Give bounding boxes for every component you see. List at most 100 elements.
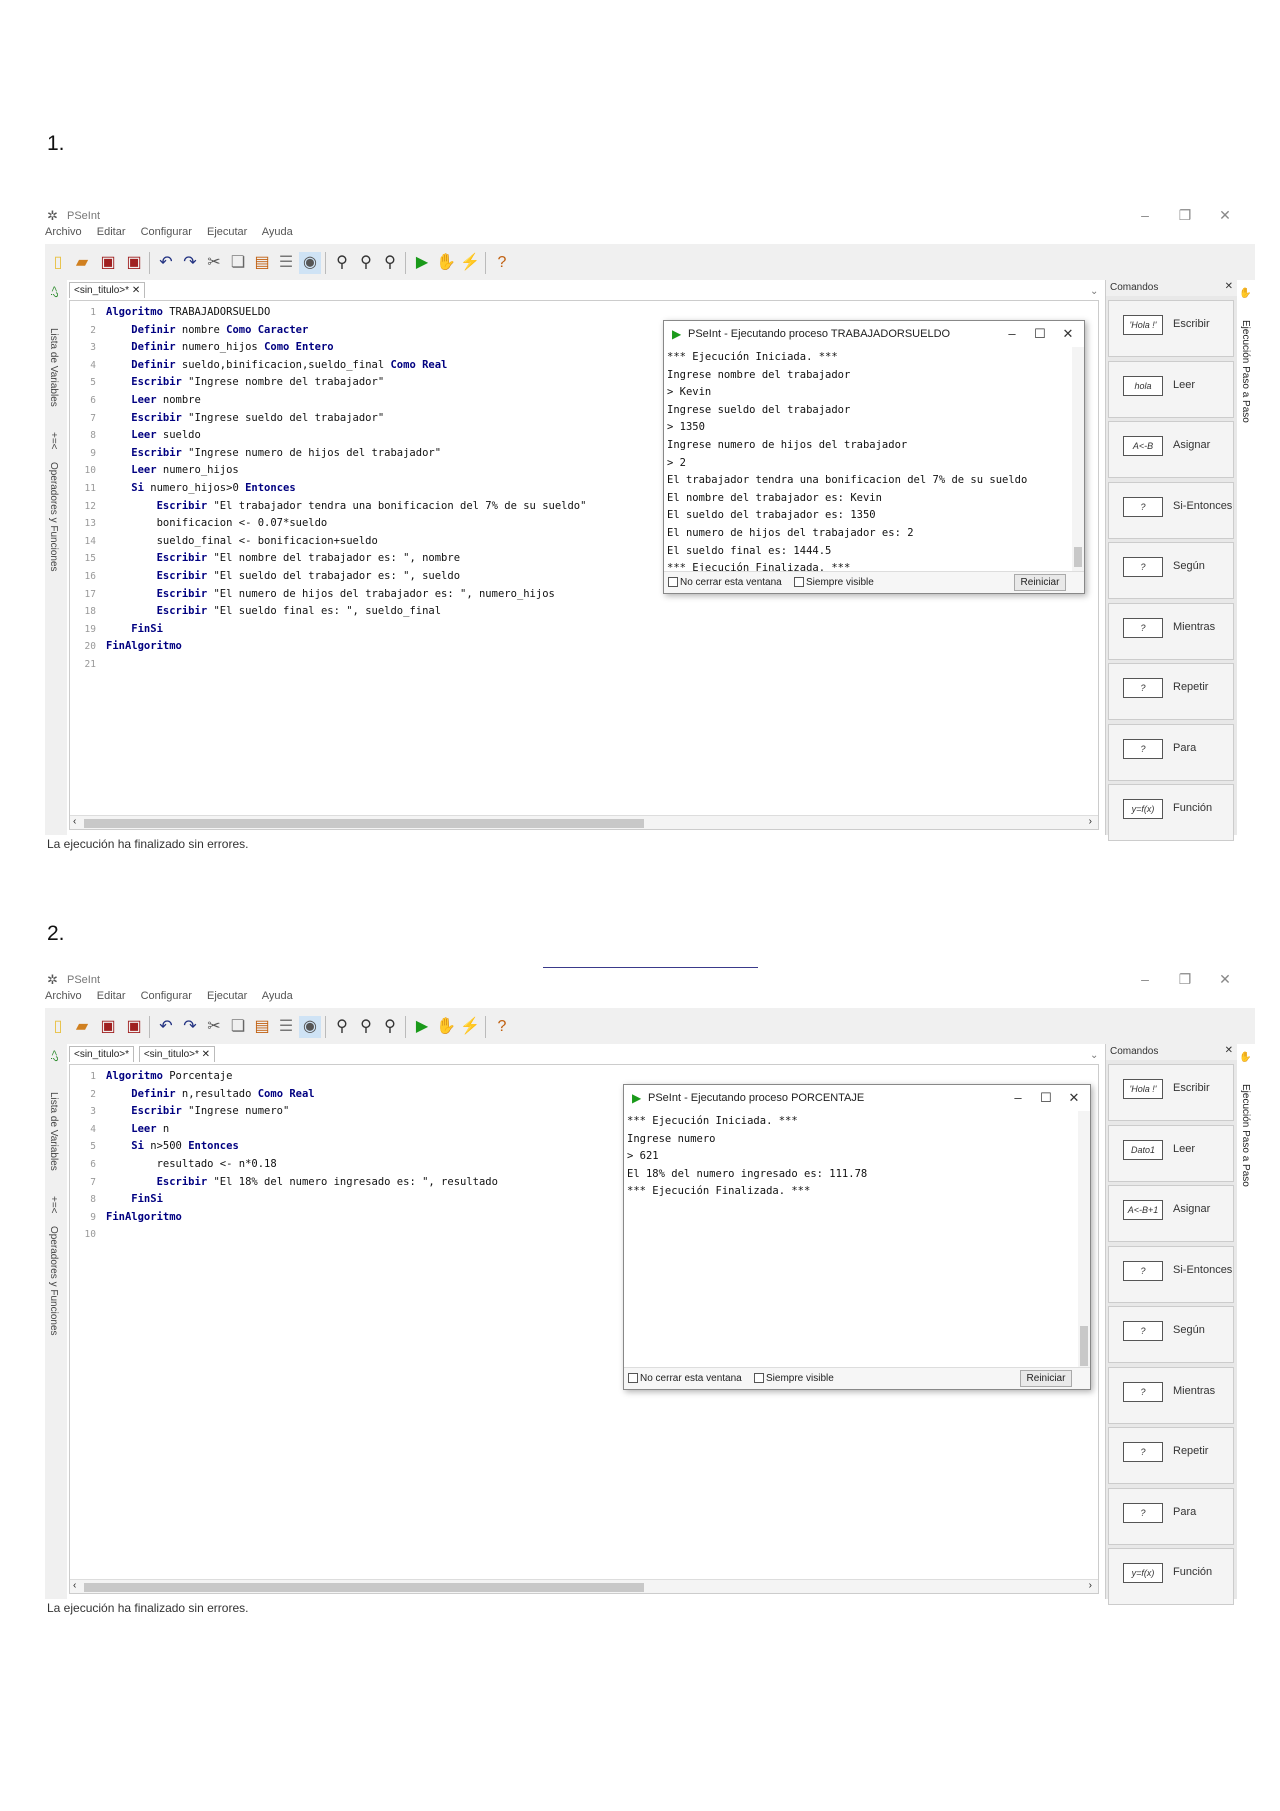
code-line[interactable]: Algoritmo Porcentaje (106, 1070, 232, 1082)
menu-ejecutar[interactable]: Ejecutar (207, 990, 247, 1002)
code-line[interactable]: FinSi (106, 1193, 163, 1205)
code-line[interactable]: Escribir "El 18% del numero ingresado es… (106, 1176, 498, 1188)
variables-panel-tab[interactable]: Lista de Variables (48, 328, 59, 407)
undo-icon[interactable]: ↶ (155, 1016, 177, 1038)
code-line[interactable]: bonificacion <- 0.07*sueldo (106, 517, 328, 529)
command-escribir[interactable]: 'Hola !' Escribir (1108, 300, 1234, 357)
new-file-icon[interactable]: ▯ (47, 252, 69, 274)
cut-icon[interactable]: ✂ (203, 1016, 225, 1038)
code-line[interactable]: Leer sueldo (106, 429, 201, 441)
tab-sin-titulo[interactable]: <sin_titulo>* (69, 1046, 135, 1062)
command-escribir[interactable]: 'Hola !' Escribir (1108, 1064, 1234, 1121)
code-line[interactable]: Definir nombre Como Caracter (106, 324, 308, 336)
paste-icon[interactable]: ▤ (251, 1016, 273, 1038)
save-as-icon[interactable]: ▣ (123, 1016, 145, 1038)
operators-panel-tab[interactable]: Operadores y Funciones (48, 462, 59, 572)
tab-close-icon[interactable]: ✕ (132, 285, 140, 296)
always-visible-checkbox[interactable]: Siempre visible (754, 1373, 834, 1384)
code-line[interactable]: Definir numero_hijos Como Entero (106, 341, 333, 353)
step-icon[interactable]: ✋ (435, 1016, 457, 1038)
code-line[interactable]: Algoritmo TRABAJADORSUELDO (106, 306, 270, 318)
command-seg-n[interactable]: ? Según (1108, 1306, 1234, 1363)
code-line[interactable]: Escribir "Ingrese numero de hijos del tr… (106, 447, 441, 459)
command-funci-n[interactable]: y=f(x) Función (1108, 1548, 1234, 1605)
new-file-icon[interactable]: ▯ (47, 1016, 69, 1038)
run-icon[interactable]: ▶ (411, 1016, 433, 1038)
find-next-icon[interactable]: ⚲ (355, 1016, 377, 1038)
code-line[interactable]: Leer nombre (106, 394, 201, 406)
flowchart-icon[interactable]: ⚡ (459, 1016, 481, 1038)
maximize-icon[interactable]: ☐ (1030, 326, 1050, 342)
code-line[interactable]: Escribir "El sueldo del trabajador es: "… (106, 570, 460, 582)
code-line[interactable]: resultado <- n*0.18 (106, 1158, 277, 1170)
maximize-icon[interactable]: ☐ (1036, 1090, 1056, 1106)
open-icon[interactable]: ▰ (71, 252, 93, 274)
scrollbar-thumb[interactable] (1074, 547, 1082, 567)
command-para[interactable]: ? Para (1108, 723, 1234, 781)
console-vertical-scrollbar[interactable] (1078, 1111, 1090, 1369)
menu-ayuda[interactable]: Ayuda (262, 990, 293, 1002)
command-mientras[interactable]: ? Mientras (1108, 1366, 1234, 1424)
command-funci-n[interactable]: y=f(x) Función (1108, 784, 1234, 841)
scroll-right-icon[interactable]: › (1089, 1580, 1092, 1591)
binoculars-icon[interactable]: ⚲ (331, 252, 353, 274)
code-line[interactable]: Si numero_hijos>0 Entonces (106, 482, 295, 494)
save-icon[interactable]: ▣ (97, 252, 119, 274)
menu-archivo[interactable]: Archivo (45, 226, 82, 238)
code-line[interactable]: Definir n,resultado Como Real (106, 1088, 314, 1100)
tab-close-icon[interactable]: ✕ (202, 1049, 210, 1060)
console-vertical-scrollbar[interactable] (1072, 347, 1084, 573)
undo-icon[interactable]: ↶ (155, 252, 177, 274)
find-icon[interactable]: ◉ (299, 1016, 321, 1038)
horizontal-scrollbar[interactable]: ‹ › (70, 1579, 1098, 1593)
code-line[interactable]: Escribir "El nombre del trabajador es: "… (106, 552, 460, 564)
scrollbar-thumb[interactable] (84, 1583, 644, 1592)
dropdown-chevron-icon[interactable]: ⌄ (1090, 1050, 1098, 1061)
restart-button[interactable]: Reiniciar (1014, 574, 1066, 591)
menu-configurar[interactable]: Configurar (141, 226, 192, 238)
cut-icon[interactable]: ✂ (203, 252, 225, 274)
code-line[interactable]: Escribir "El numero de hijos del trabaja… (106, 588, 555, 600)
scrollbar-thumb[interactable] (1080, 1326, 1088, 1366)
save-as-icon[interactable]: ▣ (123, 252, 145, 274)
redo-icon[interactable]: ↷ (179, 252, 201, 274)
code-line[interactable]: Si n>500 Entonces (106, 1140, 239, 1152)
command-si-entonces[interactable]: ? Si-Entonces (1108, 481, 1234, 539)
always-visible-checkbox[interactable]: Siempre visible (794, 577, 874, 588)
command-si-entonces[interactable]: ? Si-Entonces (1108, 1245, 1234, 1303)
code-line[interactable]: Escribir "Ingrese sueldo del trabajador" (106, 412, 384, 424)
code-line[interactable]: sueldo_final <- bonificacion+sueldo (106, 535, 378, 547)
close-icon[interactable]: ✕ (1215, 971, 1235, 988)
restore-icon[interactable]: ❐ (1175, 207, 1195, 224)
code-line[interactable]: FinAlgoritmo (106, 1211, 182, 1223)
copy-icon[interactable]: ❏ (227, 1016, 249, 1038)
step-by-step-tab[interactable]: Ejecución Paso a Paso (1240, 1084, 1251, 1187)
close-icon[interactable]: ✕ (1215, 207, 1235, 224)
scrollbar-thumb[interactable] (84, 819, 644, 828)
find-prev-icon[interactable]: ⚲ (379, 252, 401, 274)
restore-icon[interactable]: ❐ (1175, 971, 1195, 988)
find-icon[interactable]: ◉ (299, 252, 321, 274)
minimize-icon[interactable]: – (1002, 326, 1022, 341)
menu-editar[interactable]: Editar (97, 226, 126, 238)
copy-icon[interactable]: ❏ (227, 252, 249, 274)
dropdown-chevron-icon[interactable]: ⌄ (1090, 286, 1098, 297)
menu-configurar[interactable]: Configurar (141, 990, 192, 1002)
scroll-left-icon[interactable]: ‹ (73, 816, 76, 827)
save-icon[interactable]: ▣ (97, 1016, 119, 1038)
command-leer[interactable]: hola Leer (1108, 360, 1234, 418)
code-line[interactable]: Escribir "Ingrese numero" (106, 1105, 289, 1117)
flowchart-icon[interactable]: ⚡ (459, 252, 481, 274)
menu-ayuda[interactable]: Ayuda (262, 226, 293, 238)
code-line[interactable]: FinAlgoritmo (106, 640, 182, 652)
scroll-right-icon[interactable]: › (1089, 816, 1092, 827)
command-repetir[interactable]: ? Repetir (1108, 1427, 1234, 1484)
binoculars-icon[interactable]: ⚲ (331, 1016, 353, 1038)
code-line[interactable]: Leer n (106, 1123, 169, 1135)
close-panel-icon[interactable]: ✕ (1225, 1045, 1233, 1056)
scroll-left-icon[interactable]: ‹ (73, 1580, 76, 1591)
help-icon[interactable]: ? (491, 1016, 513, 1038)
find-next-icon[interactable]: ⚲ (355, 252, 377, 274)
menu-archivo[interactable]: Archivo (45, 990, 82, 1002)
open-icon[interactable]: ▰ (71, 1016, 93, 1038)
